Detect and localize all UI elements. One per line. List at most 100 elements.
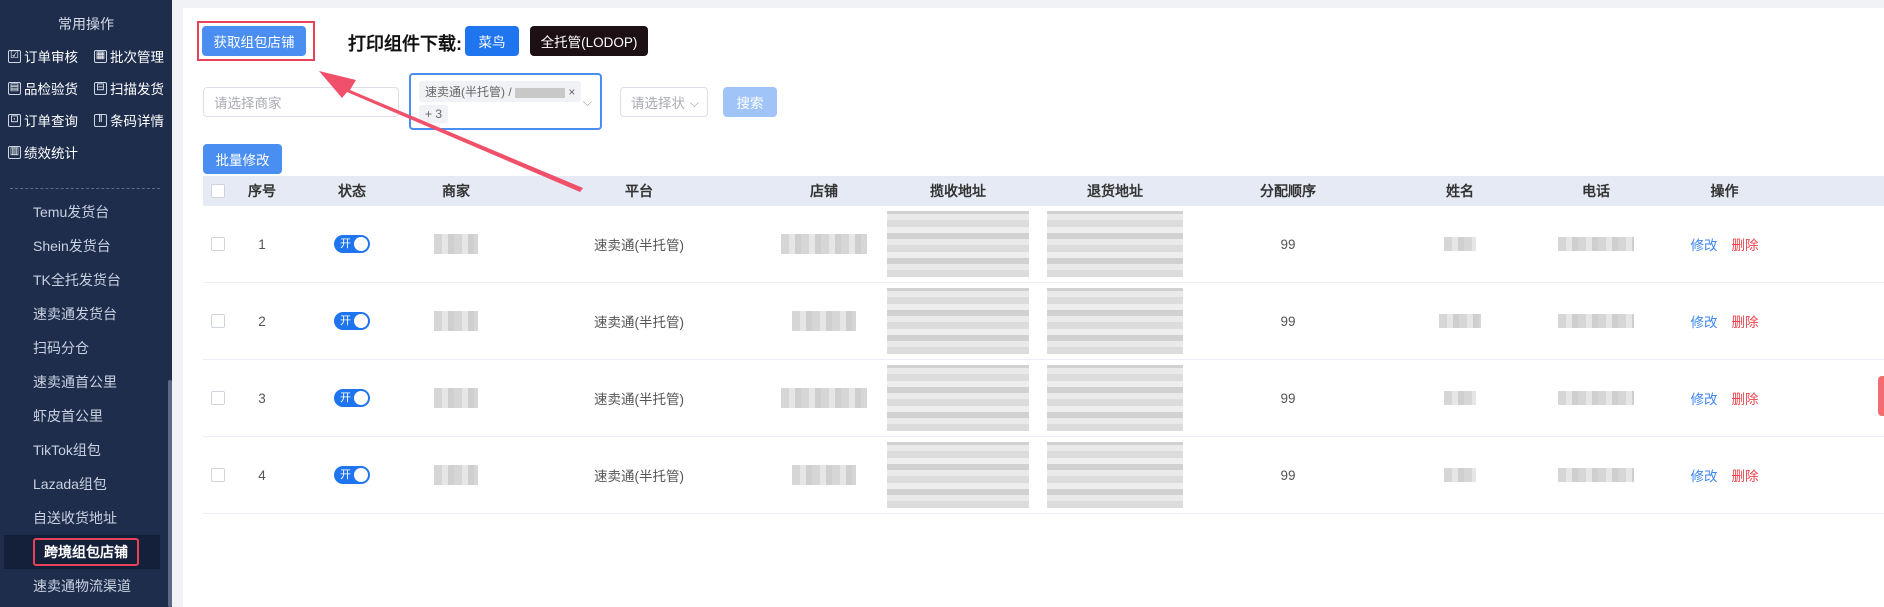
- side-tab[interactable]: [1878, 376, 1884, 416]
- sidebar: 常用操作 ☑ 订单审核 ▦ 批次管理 ▤ 品检验货 ⊟ 扫描发货 ⊡ 订单查询 ‖ 条码详情 ▥ 绩效统计…: [0, 0, 172, 607]
- chart-icon: ▥: [8, 145, 21, 159]
- toggle-knob: [354, 468, 368, 482]
- row-index: 4: [258, 467, 266, 483]
- quick-action[interactable]: ☑ 订单审核: [8, 46, 94, 66]
- select-all-checkbox[interactable]: [203, 176, 233, 206]
- quick-action-label: 批次管理: [110, 50, 164, 65]
- table-cell: 修改 删除: [1665, 437, 1784, 513]
- edit-link[interactable]: 修改: [1691, 238, 1718, 253]
- edit-link[interactable]: 修改: [1691, 469, 1718, 484]
- status-toggle[interactable]: 开: [334, 466, 370, 484]
- cainiao-button[interactable]: 菜鸟: [465, 26, 519, 56]
- blurred-shop: [515, 87, 565, 98]
- delete-link[interactable]: 删除: [1732, 392, 1759, 407]
- column-header: 序号: [248, 183, 276, 199]
- quick-action[interactable]: ▥ 绩效统计: [8, 142, 94, 162]
- status-toggle[interactable]: 开: [334, 235, 370, 253]
- search-button[interactable]: 搜索: [723, 87, 777, 117]
- calendar-icon: ▦: [94, 49, 107, 63]
- sidebar-item[interactable]: 自送收货地址: [0, 501, 172, 535]
- sidebar-item[interactable]: TikTok组包: [0, 433, 172, 467]
- sidebar-item-label: 跨境组包店铺: [33, 538, 139, 566]
- sidebar-item[interactable]: 速卖通首公里: [0, 365, 172, 399]
- status-toggle[interactable]: 开: [334, 312, 370, 330]
- row-checkbox[interactable]: [211, 237, 225, 251]
- edit-link[interactable]: 修改: [1691, 315, 1718, 330]
- quick-actions: ☑ 订单审核 ▦ 批次管理 ▤ 品检验货 ⊟ 扫描发货 ⊡ 订单查询 ‖ 条码详情 ▥ 绩效统计: [0, 34, 172, 162]
- row-checkbox[interactable]: [211, 314, 225, 328]
- tag-close-icon[interactable]: ×: [568, 85, 575, 99]
- sidebar-item[interactable]: Temu发货台: [0, 195, 172, 229]
- column-header: 店铺: [810, 183, 838, 199]
- sidebar-item[interactable]: 扫码分仓: [0, 331, 172, 365]
- column-header: 商家: [442, 183, 470, 199]
- shops-table: 序号 状态 商家 平台 店铺 揽收地址 退货地址 分配顺序 姓名 电话 操作 1 开速卖通(半托管) 9…: [203, 176, 1884, 514]
- table-cell: [779, 206, 869, 282]
- edit-link[interactable]: 修改: [1691, 392, 1718, 407]
- sidebar-item[interactable]: Shein发货台: [0, 229, 172, 263]
- column-header: 揽收地址: [930, 183, 986, 199]
- sidebar-item[interactable]: 速卖通发货台: [0, 297, 172, 331]
- row-checkbox[interactable]: [211, 468, 225, 482]
- table-cell: [413, 360, 499, 436]
- table-row: 1 开 速卖通(半托管) 99 修改 删除: [203, 206, 1884, 283]
- table-cell: 99: [1183, 206, 1393, 282]
- column-header: 操作: [1710, 183, 1739, 199]
- sidebar-scrollbar[interactable]: [168, 380, 172, 607]
- table-cell: [779, 360, 869, 436]
- platform-multi-select[interactable]: 速卖通(半托管) / × + 3 ⌵: [409, 73, 602, 130]
- quick-action-label: 绩效统计: [24, 146, 78, 161]
- platform-tag: 速卖通(半托管) / ×: [419, 81, 582, 102]
- table-cell: 开: [291, 206, 413, 282]
- allocation-order: 99: [1280, 313, 1296, 329]
- merchant-select[interactable]: 请选择商家: [203, 87, 399, 117]
- platform-cell: 速卖通(半托管): [594, 392, 684, 407]
- row-checkbox[interactable]: [211, 391, 225, 405]
- quick-action[interactable]: ‖ 条码详情: [94, 110, 180, 130]
- table-cell: [1047, 360, 1183, 436]
- table-cell: [1393, 283, 1527, 359]
- allocation-order: 99: [1280, 467, 1296, 483]
- sidebar-item[interactable]: 速卖通物流渠道: [0, 569, 172, 603]
- column-header: 电话: [1582, 183, 1610, 199]
- delete-link[interactable]: 删除: [1732, 469, 1759, 484]
- table-cell: 速卖通(半托管): [499, 360, 779, 436]
- checkbox[interactable]: [211, 184, 225, 198]
- status-select[interactable]: 请选择状 ⌵: [620, 87, 708, 117]
- lodop-button[interactable]: 全托管(LODOP): [530, 26, 648, 56]
- sidebar-item[interactable]: 跨境组包店铺: [4, 535, 160, 569]
- table-cell: [203, 206, 233, 282]
- sidebar-item[interactable]: TK全托发货台: [0, 263, 172, 297]
- status-toggle[interactable]: 开: [334, 389, 370, 407]
- clipboard-icon: ▤: [8, 81, 21, 95]
- delete-link[interactable]: 删除: [1732, 238, 1759, 253]
- batch-edit-button[interactable]: 批量修改: [203, 144, 282, 174]
- table-cell: 速卖通(半托管): [499, 283, 779, 359]
- table-cell: [869, 437, 1047, 513]
- sidebar-item[interactable]: Lazada组包: [0, 467, 172, 501]
- column-header: 分配顺序: [1260, 183, 1316, 199]
- table-cell: 修改 删除: [1665, 206, 1784, 282]
- quick-action[interactable]: ▦ 批次管理: [94, 46, 180, 66]
- sidebar-item[interactable]: 虾皮首公里: [0, 399, 172, 433]
- blurred-phone: [1558, 314, 1634, 328]
- table-cell: 修改 删除: [1665, 360, 1784, 436]
- toggle-label: 开: [340, 392, 351, 404]
- column-header: 姓名: [1446, 183, 1474, 199]
- table-row: 2 开 速卖通(半托管) 99 修改 删除: [203, 283, 1884, 360]
- quick-action[interactable]: ⊟ 扫描发货: [94, 78, 180, 98]
- quick-action[interactable]: ⊡ 订单查询: [8, 110, 94, 130]
- table-cell: [413, 283, 499, 359]
- quick-action-label: 订单查询: [24, 114, 78, 129]
- quick-action[interactable]: ▤ 品检验货: [8, 78, 94, 98]
- platform-cell: 速卖通(半托管): [594, 238, 684, 253]
- fetch-shops-button[interactable]: 获取组包店铺: [202, 26, 306, 56]
- delete-link[interactable]: 删除: [1732, 315, 1759, 330]
- sidebar-divider: [10, 188, 160, 189]
- search-doc-icon: ⊡: [8, 113, 21, 127]
- toggle-label: 开: [340, 315, 351, 327]
- status-placeholder: 请选择状: [631, 96, 685, 111]
- blurred-merchant: [434, 465, 478, 485]
- blurred-return-address: [1047, 288, 1183, 354]
- table-cell: [1393, 437, 1527, 513]
